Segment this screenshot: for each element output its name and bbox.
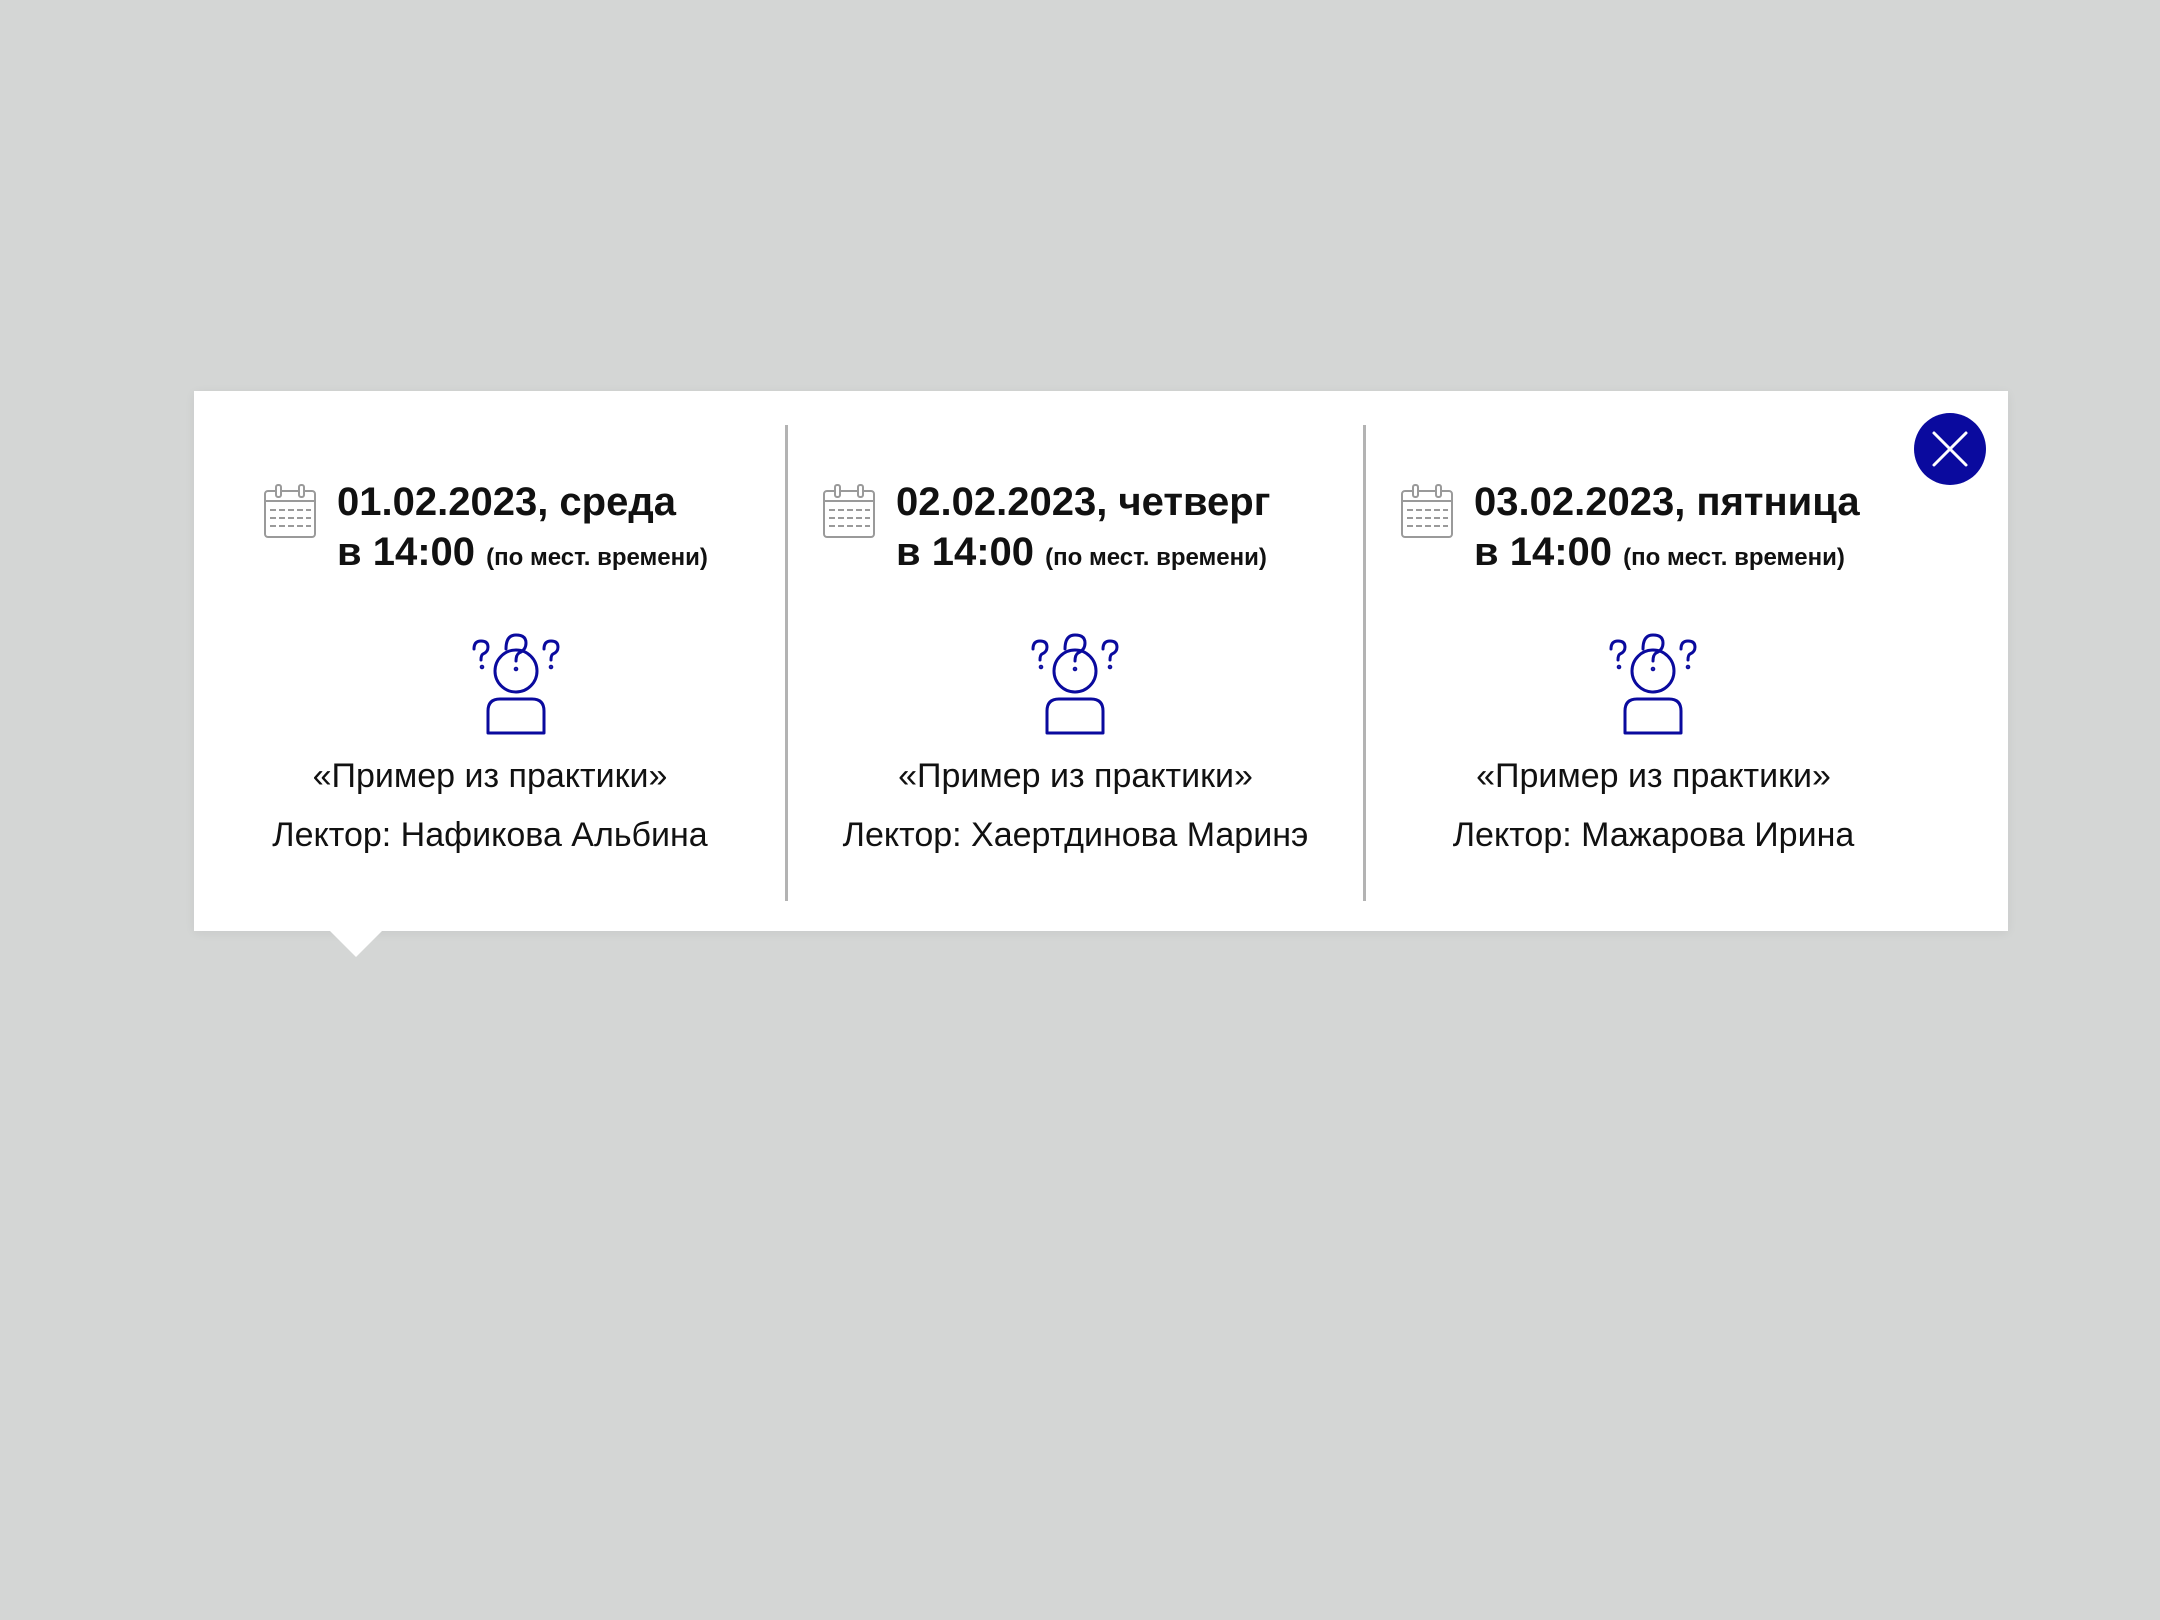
event-time: в 14:00 xyxy=(896,530,1035,574)
event-lector: Лектор: Мажарова Ирина xyxy=(1452,816,1855,854)
event-time-note: (по мест. времени) xyxy=(486,544,708,571)
person-question-icon xyxy=(1025,629,1125,739)
person-question-icon xyxy=(1603,629,1703,739)
person-question-icon xyxy=(466,629,566,739)
event-datetime: 02.02.2023, четверг в 14:00 (по мест. вр… xyxy=(896,477,1270,583)
event-date: 02.02.2023, четверг xyxy=(896,480,1271,524)
event-time-row: в 14:00 (по мест. времени) xyxy=(337,527,708,583)
event-column-1: 01.02.2023, среда в 14:00 (по мест. врем… xyxy=(194,391,786,931)
event-date: 01.02.2023, среда xyxy=(337,480,676,524)
event-time: в 14:00 xyxy=(337,530,476,574)
event-time: в 14:00 xyxy=(1474,530,1613,574)
event-lector: Лектор: Нафикова Альбина xyxy=(272,816,708,854)
event-time-row: в 14:00 (по мест. времени) xyxy=(896,527,1270,583)
event-date: 03.02.2023, пятница xyxy=(1474,480,1860,524)
calendar-icon xyxy=(822,483,876,539)
event-column-3: 03.02.2023, пятница в 14:00 (по мест. вр… xyxy=(1366,391,1941,931)
calendar-icon xyxy=(263,483,317,539)
event-datetime: 03.02.2023, пятница в 14:00 (по мест. вр… xyxy=(1474,477,1860,583)
event-datetime: 01.02.2023, среда в 14:00 (по мест. врем… xyxy=(337,477,708,583)
popup-pointer xyxy=(330,931,382,957)
event-time-note: (по мест. времени) xyxy=(1045,544,1267,571)
schedule-popup: 01.02.2023, среда в 14:00 (по мест. врем… xyxy=(194,391,2008,957)
event-topic: «Пример из практики» xyxy=(1476,757,1831,795)
event-topic: «Пример из практики» xyxy=(898,757,1253,795)
event-time-note: (по мест. времени) xyxy=(1623,544,1845,571)
calendar-icon xyxy=(1400,483,1454,539)
event-time-row: в 14:00 (по мест. времени) xyxy=(1474,527,1860,583)
event-lector: Лектор: Хаертдинова Маринэ xyxy=(842,816,1309,854)
event-column-2: 02.02.2023, четверг в 14:00 (по мест. вр… xyxy=(788,391,1363,931)
event-topic: «Пример из практики» xyxy=(312,757,668,795)
